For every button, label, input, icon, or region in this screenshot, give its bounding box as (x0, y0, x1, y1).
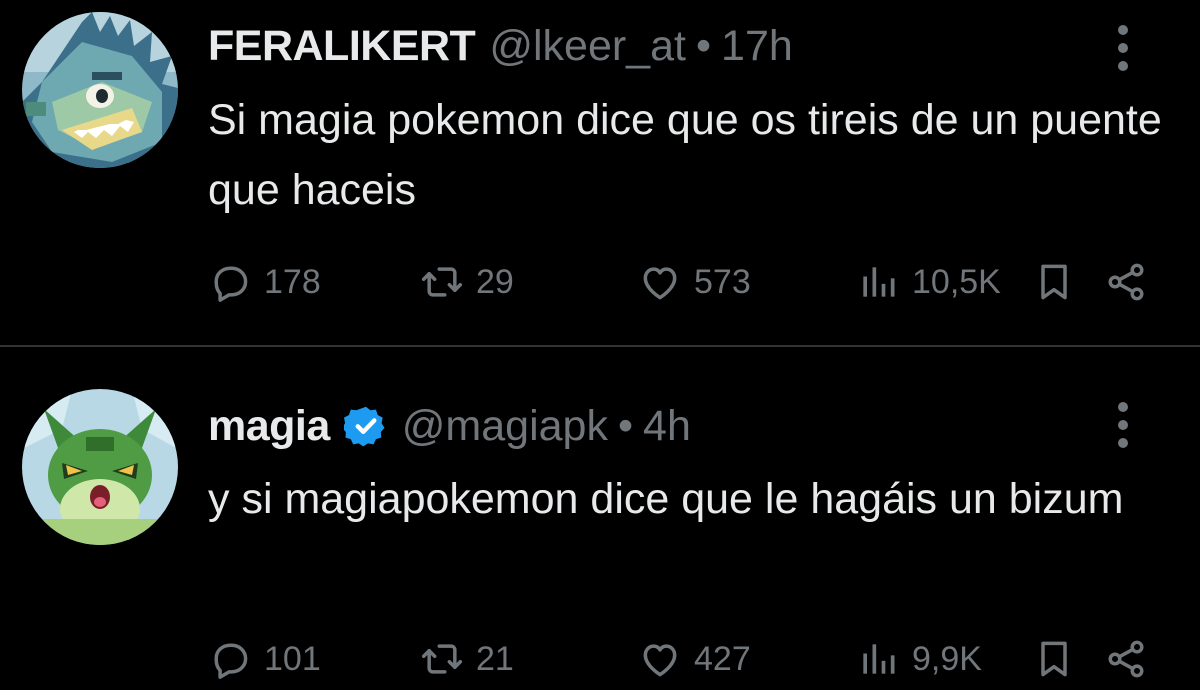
share-icon (1108, 640, 1144, 678)
views-button[interactable]: 10,5K (856, 252, 1001, 312)
avatar[interactable] (22, 12, 178, 168)
reply-count: 178 (264, 262, 321, 301)
reply-count: 101 (264, 639, 321, 678)
like-count: 427 (694, 639, 751, 678)
green-cat-avatar-icon (22, 389, 178, 545)
views-count: 9,9K (912, 639, 982, 678)
retweet-icon (421, 267, 463, 297)
separator-dot: • (695, 21, 712, 70)
tweet-header: FERALIKERT @lkeer_at • 17h (208, 16, 793, 76)
reply-button[interactable]: 178 (208, 252, 321, 312)
user-handle[interactable]: @lkeer_at (489, 22, 686, 71)
like-button[interactable]: 573 (638, 252, 751, 312)
retweet-button[interactable]: 29 (420, 252, 514, 312)
views-chart-icon (863, 644, 895, 674)
reply-button[interactable]: 101 (208, 629, 321, 689)
reply-icon (214, 643, 248, 679)
bookmark-icon (1041, 264, 1067, 300)
tweet-text: Si magia pokemon dice que os tireis de u… (208, 96, 1162, 214)
tweet[interactable]: FERALIKERT @lkeer_at • 17h Si magia poke… (0, 0, 1200, 345)
retweet-count: 29 (476, 262, 514, 301)
verified-badge-icon[interactable] (341, 404, 388, 448)
tweet-header: magia @magiapk • 4h (208, 396, 691, 456)
timestamp[interactable]: 17h (721, 22, 793, 71)
display-name[interactable]: FERALIKERT (208, 22, 476, 71)
action-bar: 101 21 427 9,9K (0, 629, 1200, 689)
retweet-button[interactable]: 21 (420, 629, 514, 689)
tweet-text: y si magiapokemon dice que le hagáis un … (208, 475, 1124, 523)
bookmark-button[interactable] (1032, 629, 1076, 689)
timestamp[interactable]: 4h (643, 402, 691, 451)
heart-icon (643, 644, 677, 677)
retweet-count: 21 (476, 639, 514, 678)
tweet[interactable]: magia @magiapk • 4h y si magiapokemon di… (0, 347, 1200, 690)
separator-dot: • (617, 401, 634, 450)
more-options-icon[interactable] (1110, 395, 1136, 455)
share-icon (1108, 263, 1144, 301)
retweet-icon (421, 644, 463, 674)
bookmark-button[interactable] (1032, 252, 1076, 312)
avatar[interactable] (22, 389, 178, 545)
display-name[interactable]: magia (208, 402, 330, 451)
user-handle[interactable]: @magiapk (402, 402, 608, 451)
views-chart-icon (863, 267, 895, 297)
share-button[interactable] (1104, 629, 1148, 689)
views-count: 10,5K (912, 262, 1001, 301)
like-count: 573 (694, 262, 751, 301)
views-button[interactable]: 9,9K (856, 629, 982, 689)
like-button[interactable]: 427 (638, 629, 751, 689)
bookmark-icon (1041, 641, 1067, 677)
share-button[interactable] (1104, 252, 1148, 312)
action-bar: 178 29 573 10,5K (0, 252, 1200, 312)
heart-icon (643, 267, 677, 300)
reply-icon (214, 266, 248, 302)
crocodile-avatar-icon (22, 12, 178, 168)
more-options-icon[interactable] (1110, 18, 1136, 78)
